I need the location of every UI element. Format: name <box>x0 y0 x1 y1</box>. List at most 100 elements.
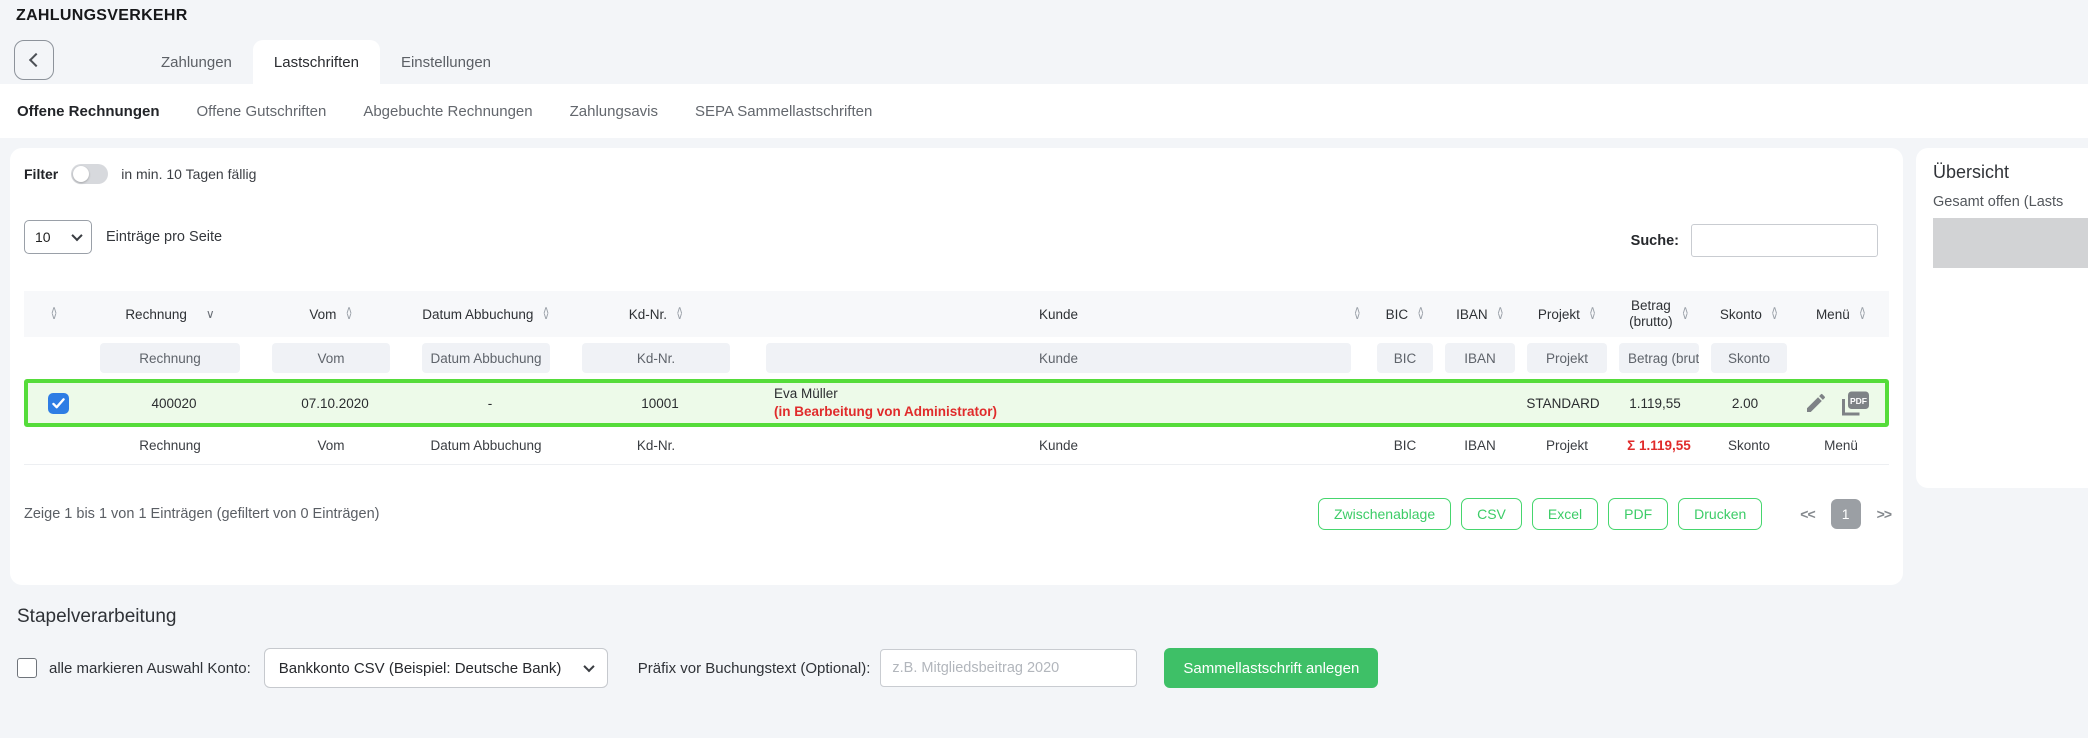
footer-iban: IBAN <box>1439 438 1521 453</box>
subtab-zahlungsavis[interactable]: Zahlungsavis <box>570 103 658 120</box>
table-footer-row: Rechnung Vom Datum Abbuchung Kd-Nr. Kund… <box>24 427 1889 465</box>
pagination: << 1 >> <box>1800 499 1891 529</box>
sort-icon[interactable]: ∧∨ <box>1682 308 1689 321</box>
filter-input-bic[interactable] <box>1377 343 1433 373</box>
entries-info: Zeige 1 bis 1 von 1 Einträgen (gefiltert… <box>24 506 1318 522</box>
filter-input-iban[interactable] <box>1445 343 1515 373</box>
pencil-icon <box>1804 391 1828 415</box>
col-header-projekt[interactable]: Projekt∧∨ <box>1521 307 1613 322</box>
tab-lastschriften[interactable]: Lastschriften <box>253 40 380 84</box>
bank-account-select[interactable]: Bankkonto CSV (Beispiel: Deutsche Bank) <box>264 648 608 688</box>
overview-open-label: Gesamt offen (Lasts <box>1933 194 2088 210</box>
col-header-select[interactable]: ∧∨ <box>24 308 84 321</box>
row-checkbox[interactable] <box>48 393 69 414</box>
sort-icon[interactable]: ∧∨ <box>1771 308 1778 321</box>
sort-icon[interactable]: ∧∨ <box>1354 308 1361 321</box>
col-header-vom[interactable]: Vom∧∨ <box>256 307 406 322</box>
footer-menu: Menü <box>1793 438 1889 453</box>
search-row: Suche: <box>1631 224 1878 257</box>
search-label: Suche: <box>1631 233 1679 249</box>
sort-icon[interactable]: ∧∨ <box>1497 308 1504 321</box>
tab-einstellungen[interactable]: Einstellungen <box>380 40 512 84</box>
chevron-down-icon <box>71 230 82 241</box>
main-panel: Filter in min. 10 Tagen fällig 10 Einträ… <box>10 148 1903 585</box>
filter-input-kunde[interactable] <box>766 343 1351 373</box>
footer-rechnung: Rechnung <box>84 438 256 453</box>
col-header-kdnr[interactable]: Kd-Nr.∧∨ <box>566 307 746 322</box>
table-filter-row <box>24 337 1889 379</box>
filter-input-skonto[interactable] <box>1711 343 1787 373</box>
filter-input-rechnung[interactable] <box>100 343 240 373</box>
col-header-menu[interactable]: Menü∧∨ <box>1793 307 1889 322</box>
select-all-label: alle markieren Auswahl Konto: <box>49 660 251 677</box>
pdf-button[interactable]: PDF <box>1839 390 1870 417</box>
cell-datum-abbuchung: - <box>410 396 570 411</box>
footer-kunde: Kunde <box>746 438 1371 453</box>
col-header-betrag[interactable]: Betrag(brutto)∧∨ <box>1613 298 1705 329</box>
sort-icon[interactable]: ∧∨ <box>50 308 57 321</box>
pagesize-select[interactable]: 10 <box>24 220 92 254</box>
tab-zahlungen[interactable]: Zahlungen <box>140 40 253 84</box>
prefix-label: Präfix vor Buchungstext (Optional): <box>638 660 871 677</box>
filter-input-betrag[interactable] <box>1619 343 1699 373</box>
export-buttons: Zwischenablage CSV Excel PDF Drucken <box>1318 498 1762 530</box>
first-page-button[interactable]: << <box>1800 506 1814 522</box>
pdf-icon: PDF <box>1839 390 1870 417</box>
export-csv-button[interactable]: CSV <box>1461 498 1522 530</box>
search-input[interactable] <box>1691 224 1878 257</box>
check-icon <box>52 398 65 409</box>
filter-label: Filter <box>24 166 58 182</box>
edit-button[interactable] <box>1804 391 1828 415</box>
cell-menu: PDF <box>1789 390 1885 417</box>
sort-icon[interactable]: ∧∨ <box>1589 308 1596 321</box>
pagesize-row: 10 Einträge pro Seite <box>24 220 222 254</box>
zahlungsverkehr-screen: ZAHLUNGSVERKEHR Zahlungen Lastschriften … <box>0 0 2088 738</box>
page-title: ZAHLUNGSVERKEHR <box>16 7 188 25</box>
back-button[interactable] <box>14 40 54 80</box>
export-excel-button[interactable]: Excel <box>1532 498 1598 530</box>
sort-icon[interactable]: ∧∨ <box>1859 308 1866 321</box>
subtab-sepa-sammellastschriften[interactable]: SEPA Sammellastschriften <box>695 103 872 120</box>
table-header-row: ∧∨ Rechnung∨ Vom∧∨ Datum Abbuchung∧∨ Kd-… <box>24 291 1889 337</box>
subtab-offene-gutschriften[interactable]: Offene Gutschriften <box>197 103 327 120</box>
col-header-iban[interactable]: IBAN∧∨ <box>1439 307 1521 322</box>
customer-name: Eva Müller <box>774 385 1367 403</box>
current-page-button[interactable]: 1 <box>1831 499 1861 529</box>
copy-clipboard-button[interactable]: Zwischenablage <box>1318 498 1451 530</box>
sort-icon[interactable]: ∧∨ <box>345 308 352 321</box>
col-header-skonto[interactable]: Skonto∧∨ <box>1705 307 1793 322</box>
filter-input-datum-abbuchung[interactable] <box>422 343 550 373</box>
select-all-checkbox[interactable] <box>17 658 37 678</box>
sort-icon[interactable]: ∧∨ <box>542 308 549 321</box>
footer-bic: BIC <box>1371 438 1439 453</box>
last-page-button[interactable]: >> <box>1877 506 1891 522</box>
sort-desc-icon[interactable]: ∨ <box>206 307 215 321</box>
chevron-down-icon <box>583 661 594 672</box>
pagesize-value: 10 <box>35 229 51 245</box>
col-header-kunde[interactable]: Kunde∧∨ <box>746 307 1371 322</box>
col-header-rechnung[interactable]: Rechnung∨ <box>84 307 256 322</box>
table-row[interactable]: 400020 07.10.2020 - 10001 Eva Müller (in… <box>24 379 1889 427</box>
subtab-abgebuchte-rechnungen[interactable]: Abgebuchte Rechnungen <box>363 103 532 120</box>
subtab-offene-rechnungen[interactable]: Offene Rechnungen <box>17 103 160 120</box>
batch-section-title: Stapelverarbeitung <box>17 606 177 628</box>
filter-input-projekt[interactable] <box>1527 343 1607 373</box>
filter-input-kdnr[interactable] <box>582 343 730 373</box>
create-direct-debit-button[interactable]: Sammellastschrift anlegen <box>1164 648 1378 688</box>
cell-skonto: 2.00 <box>1701 396 1789 411</box>
sort-icon[interactable]: ∧∨ <box>676 308 683 321</box>
sort-icon[interactable]: ∧∨ <box>1417 308 1424 321</box>
due-filter-toggle[interactable] <box>71 164 108 184</box>
export-pdf-button[interactable]: PDF <box>1608 498 1668 530</box>
filter-input-vom[interactable] <box>272 343 390 373</box>
col-header-bic[interactable]: BIC∧∨ <box>1371 307 1439 322</box>
print-button[interactable]: Drucken <box>1678 498 1762 530</box>
footer-skonto: Skonto <box>1705 438 1793 453</box>
col-header-datum-abbuchung[interactable]: Datum Abbuchung∧∨ <box>406 307 566 322</box>
prefix-input[interactable] <box>880 649 1137 687</box>
overview-panel: Übersicht Gesamt offen (Lasts <box>1916 148 2088 488</box>
bank-account-value: Bankkonto CSV (Beispiel: Deutsche Bank) <box>279 660 562 677</box>
due-filter-label: in min. 10 Tagen fällig <box>121 166 256 182</box>
cell-rechnung: 400020 <box>88 396 260 411</box>
cell-kdnr: 10001 <box>570 396 750 411</box>
